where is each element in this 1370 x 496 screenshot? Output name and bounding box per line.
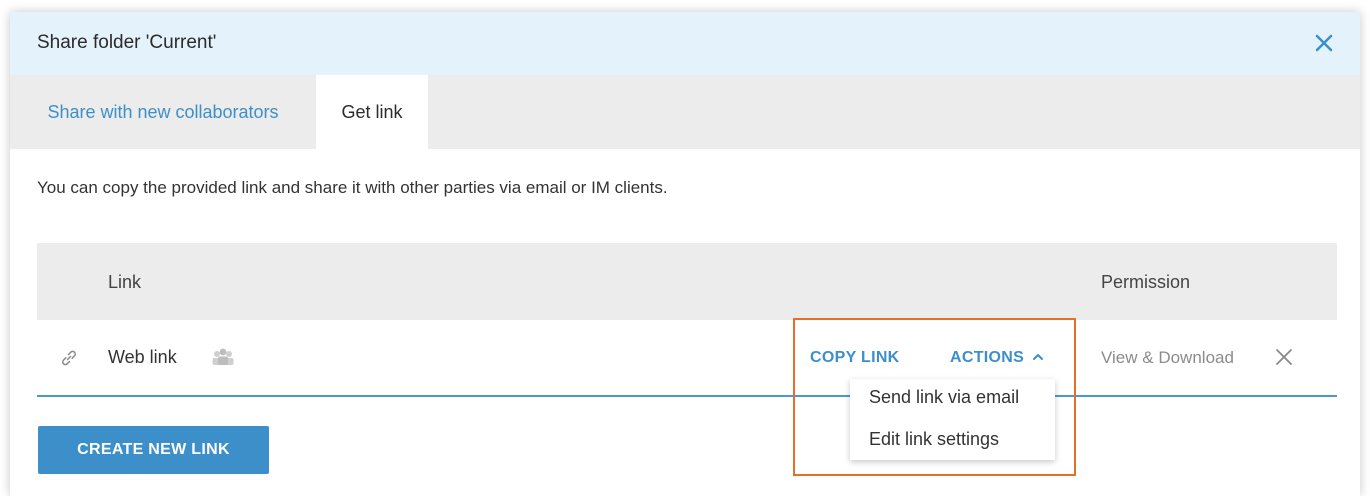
- close-icon[interactable]: [1310, 29, 1338, 57]
- links-table-header: Link Permission: [37, 243, 1337, 320]
- description-text: You can copy the provided link and share…: [37, 178, 668, 197]
- people-icon: [209, 347, 237, 367]
- tab-get-link[interactable]: Get link: [316, 75, 428, 149]
- chevron-up-icon: [1032, 349, 1044, 367]
- remove-link-close-icon[interactable]: [1273, 346, 1295, 368]
- share-folder-dialog: Share folder 'Current' Share with new co…: [10, 12, 1360, 496]
- permission-value[interactable]: View & Download: [1101, 348, 1234, 368]
- menu-item-edit-link-settings[interactable]: Edit link settings: [869, 429, 999, 450]
- web-link-name: Web link: [108, 347, 177, 367]
- dialog-title: Share folder 'Current': [37, 32, 217, 53]
- tab-bar: Share with new collaborators Get link: [10, 75, 1360, 149]
- tab-share-with-new-collaborators[interactable]: Share with new collaborators: [10, 75, 316, 149]
- actions-dropdown-toggle[interactable]: ACTIONS: [950, 349, 1044, 367]
- table-row: Web link COPY LINK ACTIONS View & Downlo…: [37, 320, 1337, 397]
- column-header-link: Link: [108, 272, 142, 292]
- actions-label: ACTIONS: [950, 349, 1025, 367]
- actions-dropdown-menu: Send link via email Edit link settings: [850, 379, 1055, 460]
- menu-item-send-link-via-email[interactable]: Send link via email: [869, 387, 1019, 408]
- create-new-link-button[interactable]: CREATE NEW LINK: [38, 426, 269, 474]
- dialog-header: Share folder 'Current': [10, 12, 1360, 75]
- link-icon: [59, 348, 79, 368]
- column-header-permission: Permission: [1101, 272, 1191, 292]
- copy-link-button[interactable]: COPY LINK: [810, 349, 900, 367]
